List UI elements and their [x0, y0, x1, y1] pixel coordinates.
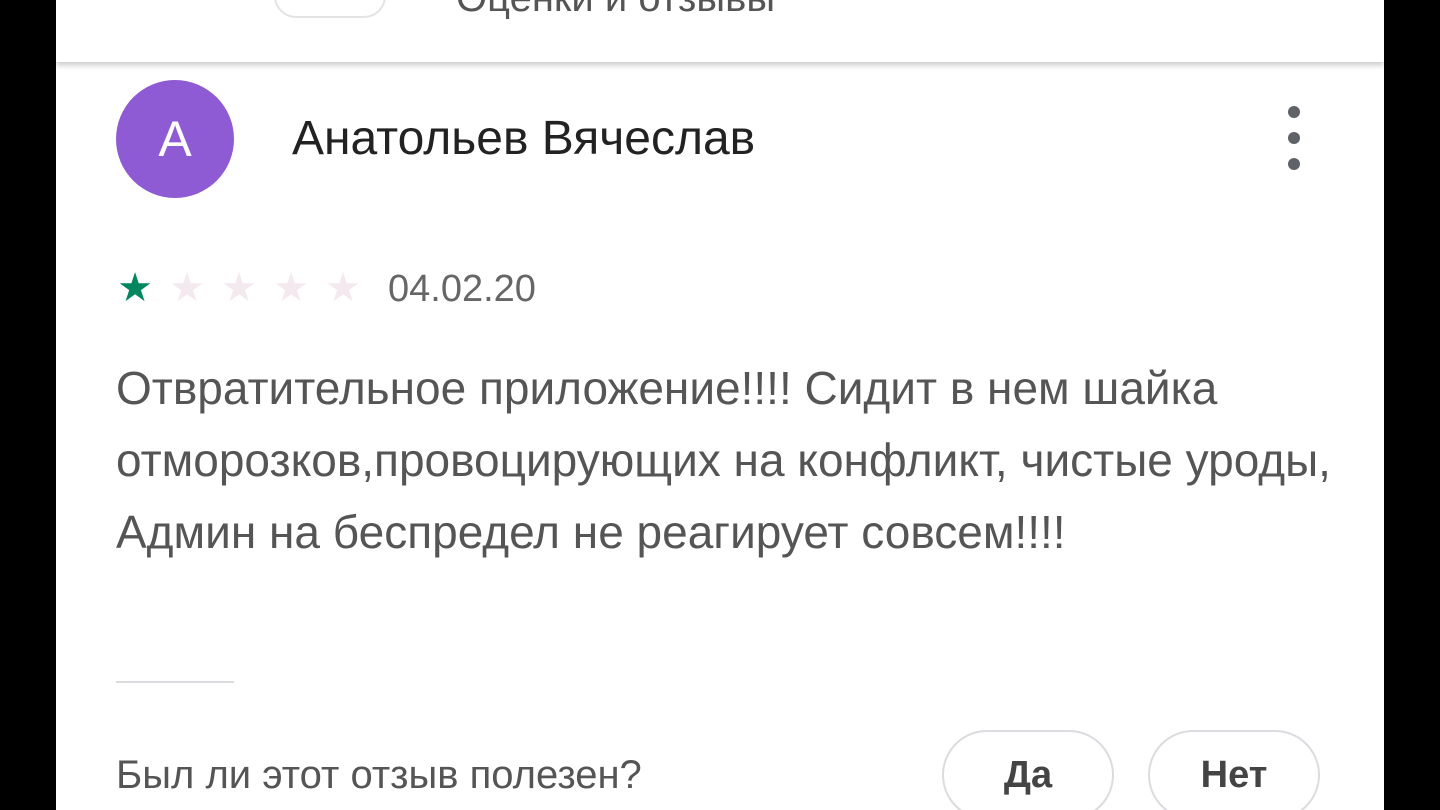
star-empty-icon: ★: [169, 266, 205, 310]
star-empty-icon: ★: [221, 266, 257, 310]
helpful-no-button[interactable]: Нет: [1148, 730, 1320, 810]
more-options-icon[interactable]: [1276, 106, 1312, 170]
app-bar: Оценки и отзывы: [56, 0, 1384, 62]
star-empty-icon: ★: [273, 266, 309, 310]
review-author: Анатольев Вячеслав: [292, 112, 756, 165]
star-filled-icon: ★: [117, 266, 153, 310]
review-date: 04.02.20: [388, 268, 536, 310]
helpful-question: Был ли этот отзыв полезен?: [116, 753, 642, 797]
star-rating: ★ ★ ★ ★ ★: [116, 266, 362, 310]
avatar: A: [116, 80, 234, 198]
review-text: Отвратительное приложение!!!! Сидит в не…: [116, 362, 1331, 558]
back-button[interactable]: [274, 0, 386, 18]
star-empty-icon: ★: [325, 266, 361, 310]
review-screen: Оценки и отзывы A Анатольев Вячеслав ★★★…: [56, 0, 1384, 810]
page-title: Оценки и отзывы: [456, 0, 775, 18]
divider: [116, 681, 234, 683]
avatar-letter: A: [158, 111, 192, 167]
helpful-yes-button[interactable]: Да: [942, 730, 1114, 810]
